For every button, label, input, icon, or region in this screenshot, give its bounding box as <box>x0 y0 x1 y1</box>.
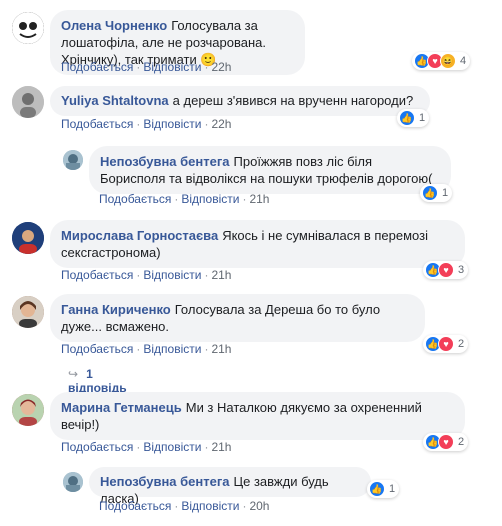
reaction-summary[interactable]: 👍 ♥ 😆 4 <box>412 52 471 70</box>
comment-bubble: Непозбувна бентега Це завжди будь ласка) <box>89 467 371 506</box>
love-reaction-icon: ♥ <box>438 434 454 450</box>
reply-arrow-icon: ↪ <box>68 367 79 381</box>
comment-author[interactable]: Мирослава Горностаєва <box>61 228 218 243</box>
reply-link[interactable]: Відповісти <box>143 117 201 131</box>
like-link[interactable]: Подобається <box>61 60 133 74</box>
comment-actions: Подобається · Відповісти · 21h <box>61 440 232 454</box>
reaction-count: 1 <box>419 112 426 124</box>
reply-link[interactable]: Відповісти <box>181 499 239 513</box>
reaction-summary[interactable]: 👍 1 <box>397 109 430 127</box>
avatar[interactable] <box>12 222 44 254</box>
comment-author[interactable]: Олена Чорненко <box>61 18 167 33</box>
love-reaction-icon: ♥ <box>438 262 454 278</box>
like-link[interactable]: Подобається <box>99 192 171 206</box>
avatar[interactable] <box>12 12 44 44</box>
like-link[interactable]: Подобається <box>61 117 133 131</box>
avatar[interactable] <box>63 150 83 170</box>
timestamp[interactable]: 21h <box>211 268 231 282</box>
avatar[interactable] <box>63 472 83 492</box>
comment-actions: Подобається · Відповісти · 22h <box>61 117 232 131</box>
like-link[interactable]: Подобається <box>61 440 133 454</box>
reaction-count: 4 <box>460 55 467 67</box>
love-reaction-icon: ♥ <box>438 336 454 352</box>
comment-actions: Подобається · Відповісти · 22h <box>61 60 232 74</box>
reaction-summary[interactable]: 👍 ♥ 3 <box>423 261 469 279</box>
comment-author[interactable]: Yuliya Shtaltovna <box>61 93 169 108</box>
like-reaction-icon: 👍 <box>422 185 438 201</box>
comment-author[interactable]: Марина Гетманець <box>61 400 182 415</box>
comment-author[interactable]: Непозбувна бентега <box>100 474 230 489</box>
comment-actions: Подобається · Відповісти · 21h <box>61 342 232 356</box>
comment-actions: Подобається · Відповісти · 20h <box>99 499 270 513</box>
comment-bubble: Непозбувна бентега Проїжжяв повз ліс біля… <box>89 146 451 194</box>
like-link[interactable]: Подобається <box>61 268 133 282</box>
timestamp[interactable]: 22h <box>211 117 231 131</box>
comment-bubble: Мирослава Горностаєва Якось і не сумнівал… <box>50 220 465 268</box>
reaction-count: 2 <box>458 436 465 448</box>
like-link[interactable]: Подобається <box>99 499 171 513</box>
comment-bubble: Ганна Кириченко Голосувала за Дереша бо т… <box>50 294 425 342</box>
view-replies-link[interactable]: ↪ 1 відповідь <box>68 367 127 395</box>
reaction-count: 2 <box>458 338 465 350</box>
comment-actions: Подобається · Відповісти · 21h <box>99 192 270 206</box>
reply-link[interactable]: Відповісти <box>181 192 239 206</box>
reaction-count: 1 <box>442 187 449 199</box>
timestamp[interactable]: 21h <box>249 192 269 206</box>
reply-link[interactable]: Відповісти <box>143 342 201 356</box>
reply-link[interactable]: Відповісти <box>143 440 201 454</box>
timestamp[interactable]: 21h <box>211 342 231 356</box>
reply-link[interactable]: Відповісти <box>143 60 201 74</box>
comment-bubble: Марина Гетманець Ми з Наталкою дякуємо за… <box>50 392 465 440</box>
comment-author[interactable]: Непозбувна бентега <box>100 154 230 169</box>
reaction-summary[interactable]: 👍 ♥ 2 <box>423 433 469 451</box>
avatar[interactable] <box>12 394 44 426</box>
comment-bubble: Yuliya Shtaltovna а дереш з'явився на вру… <box>50 86 430 116</box>
reply-link[interactable]: Відповісти <box>143 268 201 282</box>
avatar[interactable] <box>12 296 44 328</box>
like-reaction-icon: 👍 <box>399 110 415 126</box>
reaction-summary[interactable]: 👍 ♥ 2 <box>423 335 469 353</box>
like-link[interactable]: Подобається <box>61 342 133 356</box>
comment-author[interactable]: Ганна Кириченко <box>61 302 171 317</box>
reaction-count: 1 <box>389 483 396 495</box>
like-reaction-icon: 👍 <box>369 481 385 497</box>
timestamp[interactable]: 22h <box>211 60 231 74</box>
timestamp[interactable]: 20h <box>249 499 269 513</box>
reaction-summary[interactable]: 👍 1 <box>367 480 400 498</box>
comment-actions: Подобається · Відповісти · 21h <box>61 268 232 282</box>
haha-reaction-icon: 😆 <box>440 53 456 69</box>
reaction-summary[interactable]: 👍 1 <box>420 184 453 202</box>
timestamp[interactable]: 21h <box>211 440 231 454</box>
reaction-count: 3 <box>458 264 465 276</box>
comment-text: а дереш з'явився на врученн нагороди? <box>172 93 414 108</box>
avatar[interactable] <box>12 86 44 118</box>
